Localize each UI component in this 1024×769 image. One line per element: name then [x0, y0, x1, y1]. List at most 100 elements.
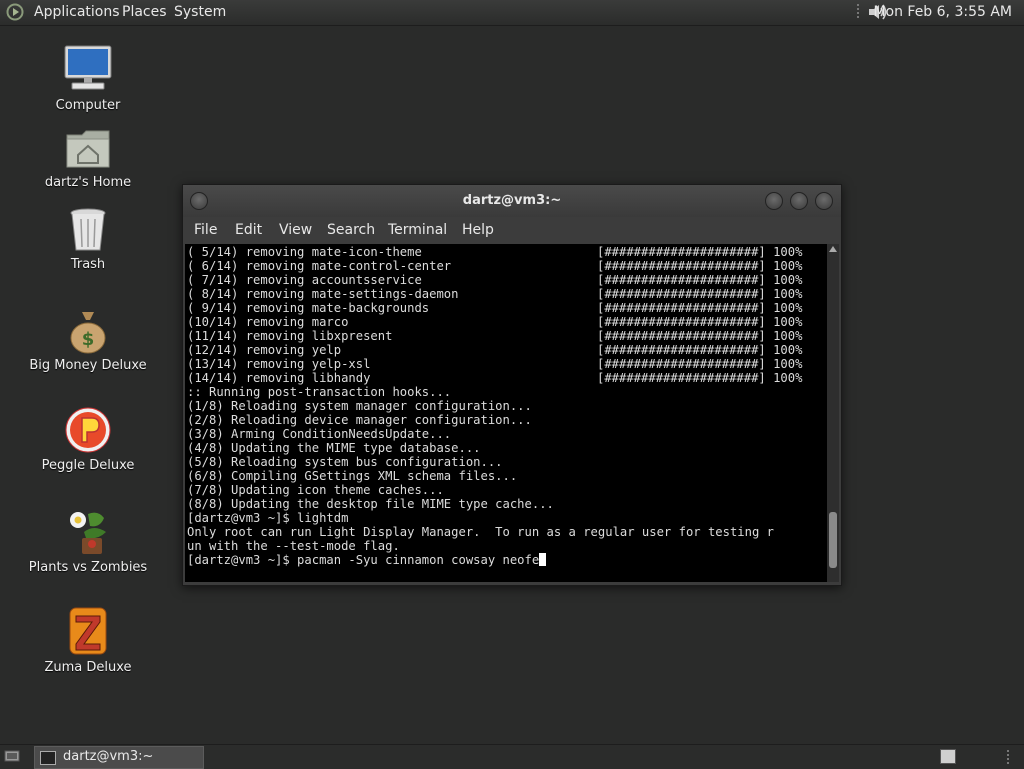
- terminal-line: ( 5/14) removing mate-icon-theme [#######…: [187, 245, 802, 259]
- terminal-icon: [40, 751, 56, 765]
- terminal-line-text: ( 8/14) removing mate-settings-daemon: [187, 287, 459, 301]
- terminal-line-text: (10/14) removing marco: [187, 315, 349, 329]
- text-cursor: [539, 553, 547, 566]
- computer-icon: [64, 45, 112, 90]
- terminal-line-text: (1/8) Reloading system manager configura…: [187, 399, 532, 413]
- menu-file[interactable]: File: [194, 222, 217, 238]
- progress-bar-text: [#####################] 100%: [597, 371, 803, 385]
- terminal-line: (3/8) Arming ConditionNeedsUpdate...: [187, 427, 774, 441]
- terminal-line-text: ( 5/14) removing mate-icon-theme: [187, 245, 422, 259]
- terminal-lines: ( 5/14) removing mate-icon-theme [#######…: [187, 245, 802, 567]
- progress-bar-text: [#####################] 100%: [597, 357, 803, 371]
- terminal-line: un with the --test-mode flag.: [187, 539, 774, 553]
- desktop-icon-trash[interactable]: Trash: [18, 207, 158, 272]
- scrollbar-thumb[interactable]: [829, 512, 837, 568]
- workspace-switcher[interactable]: [940, 749, 956, 764]
- progress-bar-text: [#####################] 100%: [597, 259, 803, 273]
- terminal-line-text: (8/8) Updating the desktop file MIME typ…: [187, 497, 554, 511]
- terminal-line: (10/14) removing marco [#################…: [187, 315, 802, 329]
- menu-search[interactable]: Search: [327, 222, 375, 238]
- close-button[interactable]: [815, 192, 833, 210]
- progress-bar-text: [#####################] 100%: [597, 329, 803, 343]
- terminal-line: (14/14) removing libhandy [##############…: [187, 371, 802, 385]
- terminal-prompt-line[interactable]: [dartz@vm3 ~]$ pacman -Syu cinnamon cows…: [187, 553, 774, 567]
- desktop-icon-label: Trash: [70, 257, 106, 272]
- desktop-icon-label: dartz's Home: [44, 175, 132, 190]
- system-menu[interactable]: System: [174, 4, 226, 20]
- desktop-icon-label: Zuma Deluxe: [44, 660, 132, 675]
- terminal-line: ( 9/14) removing mate-backgrounds [######…: [187, 301, 802, 315]
- terminal-line-text: (13/14) removing yelp-xsl: [187, 357, 371, 371]
- panel-drag-handle[interactable]: [857, 3, 860, 21]
- desktop-icon-plants-vs-zombies[interactable]: Plants vs Zombies: [18, 506, 158, 575]
- terminal-line: ( 8/14) removing mate-settings-daemon [##…: [187, 287, 802, 301]
- menu-view[interactable]: View: [279, 222, 312, 238]
- scroll-up-arrow-icon[interactable]: [829, 246, 837, 252]
- show-desktop-icon[interactable]: [4, 749, 20, 763]
- terminal-line: (5/8) Reloading system bus configuration…: [187, 455, 774, 469]
- command-input-text[interactable]: [dartz@vm3 ~]$ pacman -Syu cinnamon cows…: [187, 553, 539, 567]
- applications-menu[interactable]: Applications: [34, 4, 120, 20]
- terminal-line-text: (3/8) Arming ConditionNeedsUpdate...: [187, 427, 452, 441]
- terminal-line: (12/14) removing yelp [##################…: [187, 343, 802, 357]
- terminal-line: :: Running post-transaction hooks...: [187, 385, 774, 399]
- terminal-line: (7/8) Updating icon theme caches...: [187, 483, 774, 497]
- terminal-line-text: (4/8) Updating the MIME type database...: [187, 441, 481, 455]
- desktop-icon-label: Plants vs Zombies: [28, 560, 148, 575]
- terminal-line-text: :: Running post-transaction hooks...: [187, 385, 452, 399]
- desktop-icon-label: Big Money Deluxe: [29, 358, 147, 373]
- terminal-window[interactable]: dartz@vm3:~ File Edit View Search Termin…: [182, 184, 842, 586]
- maximize-button[interactable]: [790, 192, 808, 210]
- desktop-icon-big-money[interactable]: $ Big Money Deluxe: [18, 308, 158, 373]
- terminal-titlebar[interactable]: dartz@vm3:~: [183, 185, 841, 217]
- terminal-line-text: [dartz@vm3 ~]$ lightdm: [187, 511, 349, 525]
- home-folder-icon: [66, 130, 110, 168]
- zuma-icon: [69, 607, 107, 655]
- top-panel: Applications Places System Mon Feb 6, 3:…: [0, 0, 1024, 26]
- desktop-icon-home[interactable]: dartz's Home: [18, 127, 158, 190]
- desktop-icon-label: Peggle Deluxe: [41, 458, 135, 473]
- terminal-line-text: (14/14) removing libhandy: [187, 371, 371, 385]
- terminal-line: [dartz@vm3 ~]$ lightdm: [187, 511, 774, 525]
- money-bag-icon: $: [70, 312, 106, 354]
- progress-bar-text: [#####################] 100%: [597, 301, 803, 315]
- taskbar-button-label: dartz@vm3:~: [63, 749, 154, 764]
- desktop-icon-zuma[interactable]: Zuma Deluxe: [18, 606, 158, 675]
- terminal-line: (13/14) removing yelp-xsl [##############…: [187, 357, 802, 371]
- progress-bar-text: [#####################] 100%: [597, 273, 803, 287]
- desktop-icon-label: Computer: [55, 98, 121, 113]
- desktop-icon-computer[interactable]: Computer: [18, 44, 158, 113]
- panel-drag-handle[interactable]: [1007, 749, 1010, 765]
- minimize-button[interactable]: [765, 192, 783, 210]
- menu-edit[interactable]: Edit: [235, 222, 262, 238]
- terminal-line: Only root can run Light Display Manager.…: [187, 525, 774, 539]
- desktop-icon-peggle[interactable]: Peggle Deluxe: [18, 406, 158, 473]
- terminal-line: ( 7/14) removing accountsservice [#######…: [187, 273, 802, 287]
- terminal-line-text: (2/8) Reloading device manager configura…: [187, 413, 532, 427]
- terminal-line-text: ( 9/14) removing mate-backgrounds: [187, 301, 430, 315]
- terminal-scrollbar[interactable]: [827, 244, 839, 582]
- window-title: dartz@vm3:~: [462, 193, 562, 208]
- terminal-line-text: (6/8) Compiling GSettings XML schema fil…: [187, 469, 518, 483]
- progress-bar-text: [#####################] 100%: [597, 245, 803, 259]
- terminal-line-text: (11/14) removing libxpresent: [187, 329, 393, 343]
- mate-logo-icon[interactable]: [6, 3, 26, 21]
- terminal-output[interactable]: ( 5/14) removing mate-icon-theme [#######…: [185, 244, 827, 582]
- terminal-line-text: un with the --test-mode flag.: [187, 539, 400, 553]
- terminal-line: (1/8) Reloading system manager configura…: [187, 399, 774, 413]
- taskbar-button-terminal[interactable]: dartz@vm3:~: [34, 746, 204, 769]
- terminal-line-text: (7/8) Updating icon theme caches...: [187, 483, 444, 497]
- plants-vs-zombies-icon: [70, 512, 106, 554]
- terminal-line: (4/8) Updating the MIME type database...: [187, 441, 774, 455]
- terminal-line: ( 6/14) removing mate-control-center [###…: [187, 259, 802, 273]
- svg-text:$: $: [82, 329, 95, 350]
- menu-terminal[interactable]: Terminal: [388, 222, 447, 238]
- menu-help[interactable]: Help: [462, 222, 494, 238]
- terminal-line: (2/8) Reloading device manager configura…: [187, 413, 774, 427]
- terminal-line-text: Only root can run Light Display Manager.…: [187, 525, 774, 539]
- terminal-line-text: ( 7/14) removing accountsservice: [187, 273, 422, 287]
- places-menu[interactable]: Places: [122, 4, 167, 20]
- clock[interactable]: Mon Feb 6, 3:55 AM: [873, 4, 1012, 20]
- terminal-line: (6/8) Compiling GSettings XML schema fil…: [187, 469, 774, 483]
- terminal-menubar: File Edit View Search Terminal Help: [183, 217, 841, 243]
